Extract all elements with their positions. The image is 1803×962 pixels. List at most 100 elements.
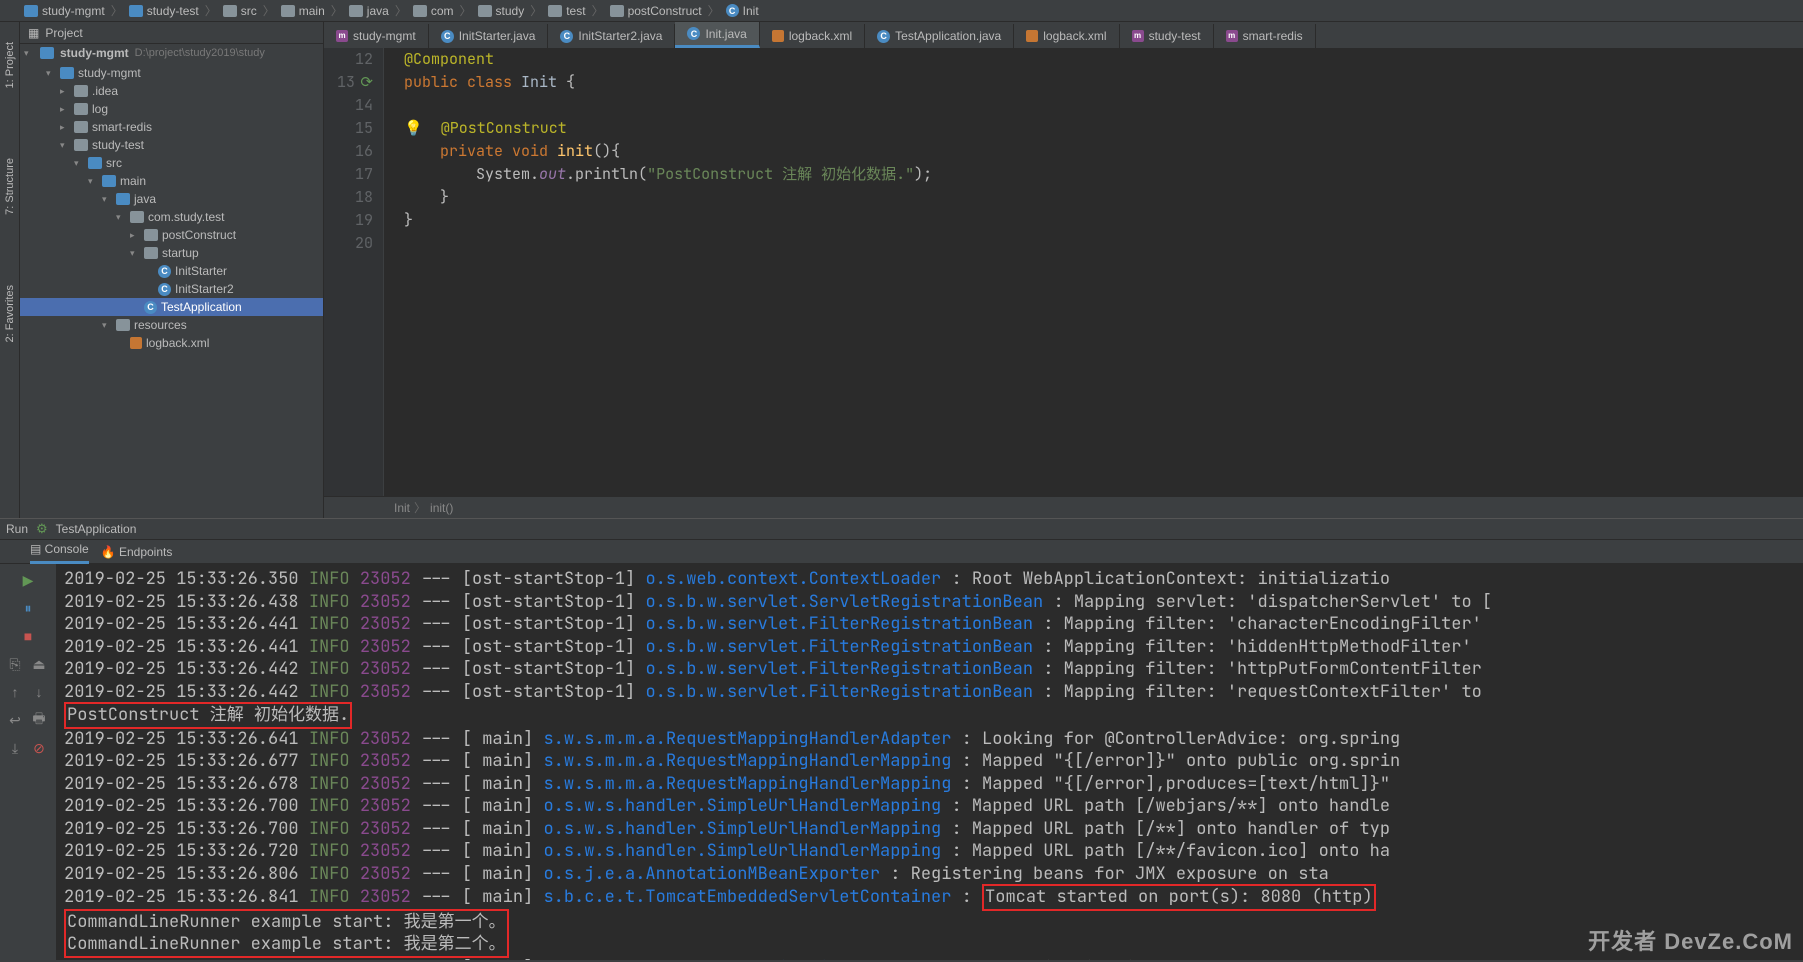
breadcrumb-item[interactable]: study-mgmt [24,4,105,18]
project-tree: ▾study-mgmt▸.idea▸log▸smart-redis▾study-… [20,62,323,518]
folder-icon [144,247,158,259]
editor-tab[interactable]: mstudy-mgmt [324,24,429,48]
class-icon: C [158,265,171,278]
folder-icon [610,5,624,17]
clear-button[interactable]: ⊘ [29,738,49,758]
folder-icon [40,47,54,59]
editor-tab[interactable]: logback.xml [1014,24,1119,48]
folder-icon [129,5,143,17]
tree-item[interactable]: ▸smart-redis [20,118,323,136]
console-output[interactable]: 2019-02-25 15:33:26.350 INFO 23052 --- [… [56,564,1803,960]
tree-item[interactable]: logback.xml [20,334,323,352]
tree-item[interactable]: ▾java [20,190,323,208]
pause-button[interactable]: ⏸ [18,598,38,618]
project-root-path: D:\project\study2019\study [135,47,265,59]
tree-item[interactable]: ▾startup [20,244,323,262]
editor-tab[interactable]: msmart-redis [1214,24,1316,48]
code-area[interactable]: 1213⟳14151617181920 @Componentpublic cla… [324,48,1803,496]
tree-item[interactable]: ▸log [20,100,323,118]
run-config-icon: ⚙ [36,521,48,537]
editor-tab[interactable]: mstudy-test [1120,24,1214,48]
tool-window-tab[interactable]: 1: Project [4,42,16,88]
folder-icon [88,157,102,169]
project-header[interactable]: ▦ Project [20,22,323,44]
console-tabs: ▤ Console 🔥 Endpoints [0,540,1803,564]
xml-icon [130,337,142,349]
editor-tabs: mstudy-mgmtCInitStarter.javaCInitStarter… [324,22,1803,48]
xml-icon [772,30,784,42]
crumb-class[interactable]: Init [394,501,410,515]
watermark: 开发者 DevZe.CoM [1588,924,1793,956]
tree-item[interactable]: ▾study-test [20,136,323,154]
breadcrumb-item[interactable]: java [349,4,389,18]
stop-button[interactable]: ■ [18,626,38,646]
class-icon: C [726,4,739,17]
tool-window-tab[interactable]: 7: Structure [4,158,16,215]
breadcrumb-item[interactable]: study-test [129,4,199,18]
project-title: Project [45,26,82,40]
run-panel-header[interactable]: Run ⚙ TestApplication [0,518,1803,540]
breadcrumb-item[interactable]: com [413,4,454,18]
tree-item[interactable]: ▾study-mgmt [20,64,323,82]
editor-tab[interactable]: CInit.java [675,22,759,48]
tree-item[interactable]: CInitStarter [20,262,323,280]
folder-icon [281,5,295,17]
editor-tab[interactable]: logback.xml [760,24,865,48]
folder-icon [144,229,158,241]
folder-icon [60,67,74,79]
class-icon: C [144,301,157,314]
project-root-name: study-mgmt [60,46,129,60]
tree-item[interactable]: ▾resources [20,316,323,334]
folder-icon [74,85,88,97]
run-label: Run [6,522,28,536]
tree-item[interactable]: CInitStarter2 [20,280,323,298]
folder-icon [413,5,427,17]
tree-item[interactable]: ▸.idea [20,82,323,100]
scroll-button[interactable]: ⤓ [5,738,25,758]
console-tab[interactable]: 🔥 Endpoints [101,545,173,559]
rerun-button[interactable]: ▶ [18,570,38,590]
tree-item[interactable]: ▸postConstruct [20,226,323,244]
run-config-name[interactable]: TestApplication [56,522,137,536]
exit-button[interactable]: ⏏ [29,654,49,674]
project-icon: ▦ [28,26,39,40]
up-button[interactable]: ↑ [5,682,25,702]
folder-icon [24,5,38,17]
class-icon: C [441,30,454,43]
breadcrumb-item[interactable]: test [548,4,585,18]
tree-item[interactable]: CTestApplication [20,298,323,316]
editor-tab[interactable]: CInitStarter.java [429,24,549,48]
breadcrumb-item[interactable]: postConstruct [610,4,702,18]
breadcrumb-item[interactable]: main [281,4,325,18]
folder-icon [74,103,88,115]
console-toolbar: ▶ ⏸ ■ ⎘⏏ ↑↓ ↩🖶 ⤓⊘ [0,564,56,960]
console-tab[interactable]: ▤ Console [30,540,89,564]
down-button[interactable]: ↓ [29,682,49,702]
dump-button[interactable]: ⎘ [5,654,25,674]
editor-area: mstudy-mgmtCInitStarter.javaCInitStarter… [324,22,1803,518]
left-tool-tabs: 1: Project 7: Structure 2: Favorites [0,22,20,518]
editor-tab[interactable]: CTestApplication.java [865,24,1014,48]
maven-icon: m [1132,30,1144,42]
editor-breadcrumb[interactable]: Init 〉 init() [324,496,1803,518]
tree-item[interactable]: ▾src [20,154,323,172]
tree-item[interactable]: ▾com.study.test [20,208,323,226]
breadcrumb-item[interactable]: src [223,4,257,18]
breadcrumb: study-mgmt〉study-test〉src〉main〉java〉com〉… [0,0,1803,22]
class-icon: C [158,283,171,296]
folder-icon [74,139,88,151]
tool-window-tab[interactable]: 2: Favorites [4,285,16,342]
wrap-button[interactable]: ↩ [5,710,25,730]
breadcrumb-item[interactable]: CInit [726,4,759,18]
tree-item[interactable]: ▾main [20,172,323,190]
crumb-method[interactable]: init() [430,501,453,515]
project-root-row[interactable]: ▾ study-mgmt D:\project\study2019\study [20,44,323,62]
folder-icon [223,5,237,17]
project-panel: ▦ Project ▾ study-mgmt D:\project\study2… [20,22,324,518]
print-button[interactable]: 🖶 [29,710,49,730]
editor-tab[interactable]: CInitStarter2.java [548,24,675,48]
folder-icon [116,193,130,205]
class-icon: C [560,30,573,43]
breadcrumb-item[interactable]: study [478,4,525,18]
folder-icon [349,5,363,17]
